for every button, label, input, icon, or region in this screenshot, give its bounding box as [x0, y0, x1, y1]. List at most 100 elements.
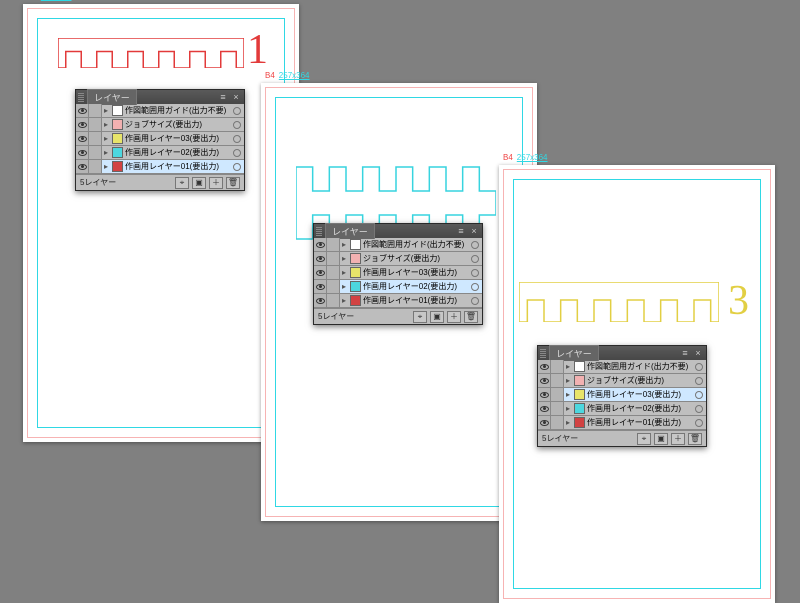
lock-toggle[interactable]	[89, 146, 102, 159]
layer-row[interactable]: ▸ ジョブサイズ(要出力)	[314, 252, 482, 266]
layer-row[interactable]: ▸ ジョブサイズ(要出力)	[76, 118, 244, 132]
panel-titlebar[interactable]: レイヤー ≡ ×	[538, 346, 706, 360]
layer-row[interactable]: ▸ 作画用レイヤー03(要出力)	[538, 388, 706, 402]
disclosure-icon[interactable]: ▸	[340, 283, 348, 291]
visibility-toggle[interactable]	[314, 294, 327, 307]
target-icon[interactable]	[233, 163, 241, 171]
target-icon[interactable]	[233, 107, 241, 115]
disclosure-icon[interactable]: ▸	[564, 419, 572, 427]
new-sublayer-button[interactable]: ▣	[430, 311, 444, 323]
visibility-toggle[interactable]	[314, 280, 327, 293]
target-icon[interactable]	[233, 149, 241, 157]
layer-row[interactable]: ▸ 作画用レイヤー02(要出力)	[76, 146, 244, 160]
new-sublayer-button[interactable]: ▣	[192, 177, 206, 189]
delete-layer-button[interactable]: 🗑	[226, 177, 240, 189]
layer-row[interactable]: ▸ 作画用レイヤー03(要出力)	[76, 132, 244, 146]
disclosure-icon[interactable]: ▸	[564, 377, 572, 385]
target-icon[interactable]	[471, 255, 479, 263]
visibility-toggle[interactable]	[76, 146, 89, 159]
visibility-toggle[interactable]	[538, 416, 551, 429]
panel-menu-icon[interactable]: ≡	[216, 91, 230, 103]
visibility-toggle[interactable]	[538, 374, 551, 387]
layer-row[interactable]: ▸ 作画用レイヤー02(要出力)	[538, 402, 706, 416]
visibility-toggle[interactable]	[76, 104, 89, 117]
panel-close-icon[interactable]: ×	[692, 348, 704, 358]
layer-row[interactable]: ▸ 作画用レイヤー01(要出力)	[538, 416, 706, 430]
layers-panel[interactable]: レイヤー ≡ × ▸ 作図範囲用ガイド(出力不要) ▸ ジョブサイズ(要出力) …	[75, 89, 245, 191]
layer-row[interactable]: ▸ 作画用レイヤー01(要出力)	[76, 160, 244, 174]
visibility-toggle[interactable]	[314, 266, 327, 279]
visibility-toggle[interactable]	[76, 118, 89, 131]
lock-toggle[interactable]	[327, 238, 340, 251]
visibility-toggle[interactable]	[314, 252, 327, 265]
new-layer-button[interactable]: ＋	[209, 177, 223, 189]
disclosure-icon[interactable]: ▸	[102, 121, 110, 129]
panel-menu-icon[interactable]: ≡	[454, 225, 468, 237]
lock-toggle[interactable]	[89, 160, 102, 173]
target-icon[interactable]	[471, 269, 479, 277]
disclosure-icon[interactable]: ▸	[340, 241, 348, 249]
disclosure-icon[interactable]: ▸	[340, 255, 348, 263]
panel-menu-icon[interactable]: ≡	[678, 347, 692, 359]
target-icon[interactable]	[471, 297, 479, 305]
lock-toggle[interactable]	[327, 266, 340, 279]
visibility-toggle[interactable]	[538, 402, 551, 415]
lock-toggle[interactable]	[551, 402, 564, 415]
panel-tab-layers[interactable]: レイヤー	[549, 345, 599, 361]
lock-toggle[interactable]	[551, 360, 564, 373]
layers-panel[interactable]: レイヤー ≡ × ▸ 作図範囲用ガイド(出力不要) ▸ ジョブサイズ(要出力) …	[537, 345, 707, 447]
layer-row[interactable]: ▸ 作図範囲用ガイド(出力不要)	[76, 104, 244, 118]
disclosure-icon[interactable]: ▸	[102, 135, 110, 143]
visibility-toggle[interactable]	[538, 360, 551, 373]
new-sublayer-button[interactable]: ▣	[654, 433, 668, 445]
locate-layer-button[interactable]: ⌖	[413, 311, 427, 323]
disclosure-icon[interactable]: ▸	[564, 405, 572, 413]
new-layer-button[interactable]: ＋	[671, 433, 685, 445]
disclosure-icon[interactable]: ▸	[102, 149, 110, 157]
target-icon[interactable]	[471, 283, 479, 291]
target-icon[interactable]	[695, 419, 703, 427]
disclosure-icon[interactable]: ▸	[564, 391, 572, 399]
layer-row[interactable]: ▸ 作図範囲用ガイド(出力不要)	[538, 360, 706, 374]
disclosure-icon[interactable]: ▸	[340, 269, 348, 277]
panel-close-icon[interactable]: ×	[230, 92, 242, 102]
target-icon[interactable]	[695, 377, 703, 385]
disclosure-icon[interactable]: ▸	[102, 163, 110, 171]
layer-row[interactable]: ▸ 作画用レイヤー02(要出力)	[314, 280, 482, 294]
target-icon[interactable]	[695, 363, 703, 371]
target-icon[interactable]	[471, 241, 479, 249]
lock-toggle[interactable]	[551, 416, 564, 429]
lock-toggle[interactable]	[89, 104, 102, 117]
target-icon[interactable]	[695, 405, 703, 413]
panel-tab-layers[interactable]: レイヤー	[325, 223, 375, 239]
visibility-toggle[interactable]	[76, 160, 89, 173]
layer-row[interactable]: ▸ 作図範囲用ガイド(出力不要)	[314, 238, 482, 252]
lock-toggle[interactable]	[89, 118, 102, 131]
locate-layer-button[interactable]: ⌖	[637, 433, 651, 445]
new-layer-button[interactable]: ＋	[447, 311, 461, 323]
lock-toggle[interactable]	[327, 294, 340, 307]
target-icon[interactable]	[233, 135, 241, 143]
panel-titlebar[interactable]: レイヤー ≡ ×	[314, 224, 482, 238]
disclosure-icon[interactable]: ▸	[564, 363, 572, 371]
delete-layer-button[interactable]: 🗑	[464, 311, 478, 323]
lock-toggle[interactable]	[551, 374, 564, 387]
disclosure-icon[interactable]: ▸	[102, 107, 110, 115]
lock-toggle[interactable]	[327, 252, 340, 265]
visibility-toggle[interactable]	[76, 132, 89, 145]
target-icon[interactable]	[233, 121, 241, 129]
panel-close-icon[interactable]: ×	[468, 226, 480, 236]
panel-tab-layers[interactable]: レイヤー	[87, 89, 137, 105]
delete-layer-button[interactable]: 🗑	[688, 433, 702, 445]
lock-toggle[interactable]	[89, 132, 102, 145]
layer-row[interactable]: ▸ 作画用レイヤー03(要出力)	[314, 266, 482, 280]
disclosure-icon[interactable]: ▸	[340, 297, 348, 305]
panel-titlebar[interactable]: レイヤー ≡ ×	[76, 90, 244, 104]
locate-layer-button[interactable]: ⌖	[175, 177, 189, 189]
target-icon[interactable]	[695, 391, 703, 399]
layer-row[interactable]: ▸ ジョブサイズ(要出力)	[538, 374, 706, 388]
layers-panel[interactable]: レイヤー ≡ × ▸ 作図範囲用ガイド(出力不要) ▸ ジョブサイズ(要出力) …	[313, 223, 483, 325]
lock-toggle[interactable]	[327, 280, 340, 293]
visibility-toggle[interactable]	[538, 388, 551, 401]
layer-row[interactable]: ▸ 作画用レイヤー01(要出力)	[314, 294, 482, 308]
